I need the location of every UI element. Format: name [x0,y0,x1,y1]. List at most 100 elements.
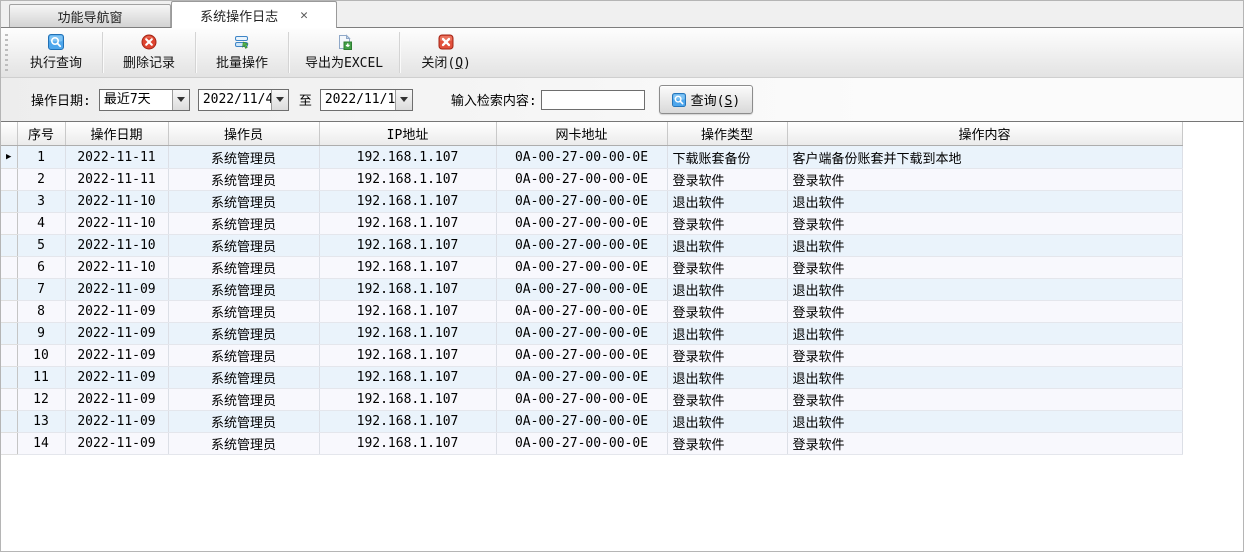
toolbar-button-close[interactable]: 关闭(Q) [402,28,490,77]
cell-type: 退出软件 [667,411,787,433]
tab-label: 功能导航窗 [57,7,122,26]
toolbar-buttons: 执行查询删除记录批量操作导出为EXCEL 关闭(Q) [12,28,490,77]
to-label: 至 [299,90,312,109]
cell-type: 退出软件 [667,367,787,389]
toolbar-button-batch[interactable]: 批量操作 [198,28,286,77]
cell-date: 2022-11-11 [65,146,168,169]
toolbar-button-export-excel[interactable]: 导出为EXCEL [291,28,397,77]
cell-mac: 0A-00-27-00-00-0E [496,411,667,433]
cell-content: 登录软件 [787,169,1182,191]
column-header-date[interactable]: 操作日期 [65,122,168,146]
cell-ip: 192.168.1.107 [319,411,496,433]
column-header-operator[interactable]: 操作员 [168,122,319,146]
log-table: 序号操作日期操作员IP地址网卡地址操作类型操作内容 ▶12022-11-11系统… [1,122,1183,455]
cell-type: 退出软件 [667,235,787,257]
cell-mac: 0A-00-27-00-00-0E [496,367,667,389]
cell-operator: 系统管理员 [168,433,319,455]
tab-operation-log[interactable]: 系统操作日志 ✕ [171,1,337,28]
table-row[interactable]: 132022-11-09系统管理员192.168.1.1070A-00-27-0… [1,411,1182,433]
cell-type: 退出软件 [667,191,787,213]
cell-index: 4 [17,213,65,235]
column-header-type[interactable]: 操作类型 [667,122,787,146]
table-row[interactable]: ▶12022-11-11系统管理员192.168.1.1070A-00-27-0… [1,146,1182,169]
cell-date: 2022-11-11 [65,169,168,191]
column-header-ip[interactable]: IP地址 [319,122,496,146]
table-row[interactable]: 52022-11-10系统管理员192.168.1.1070A-00-27-00… [1,235,1182,257]
cell-index: 1 [17,146,65,169]
table-header-row: 序号操作日期操作员IP地址网卡地址操作类型操作内容 [1,122,1182,146]
toolbar-grip[interactable] [5,34,8,71]
tab-label: 系统操作日志 [200,6,278,25]
column-header-mac[interactable]: 网卡地址 [496,122,667,146]
cell-content: 登录软件 [787,345,1182,367]
table-row[interactable]: 62022-11-10系统管理员192.168.1.1070A-00-27-00… [1,257,1182,279]
cell-operator: 系统管理员 [168,279,319,301]
cell-index: 8 [17,301,65,323]
table-row[interactable]: 112022-11-09系统管理员192.168.1.1070A-00-27-0… [1,367,1182,389]
table-row[interactable]: 102022-11-09系统管理员192.168.1.1070A-00-27-0… [1,345,1182,367]
cell-date: 2022-11-10 [65,213,168,235]
row-selector [1,279,17,301]
date-preset-combo[interactable]: 最近7天 [99,89,190,111]
cell-operator: 系统管理员 [168,301,319,323]
cell-operator: 系统管理员 [168,323,319,345]
column-header-content[interactable]: 操作内容 [787,122,1182,146]
toolbar-separator [195,32,196,73]
row-selector [1,367,17,389]
table-row[interactable]: 72022-11-09系统管理员192.168.1.1070A-00-27-00… [1,279,1182,301]
row-indicator-icon: ▶ [6,152,11,162]
cell-operator: 系统管理员 [168,213,319,235]
chevron-down-icon [276,97,284,102]
cell-content: 登录软件 [787,433,1182,455]
cell-operator: 系统管理员 [168,191,319,213]
date-from-combo[interactable]: 2022/11/4 [198,89,289,111]
date-to-combo[interactable]: 2022/11/11 [320,89,413,111]
toolbar-button-label: 关闭(Q) [421,52,470,71]
table-row[interactable]: 142022-11-09系统管理员192.168.1.1070A-00-27-0… [1,433,1182,455]
row-selector [1,257,17,279]
table-row[interactable]: 42022-11-10系统管理员192.168.1.1070A-00-27-00… [1,213,1182,235]
batch-icon [234,34,250,50]
cell-index: 13 [17,411,65,433]
cell-date: 2022-11-09 [65,279,168,301]
delete-icon [141,34,157,50]
toolbar-button-delete[interactable]: 删除记录 [105,28,193,77]
cell-ip: 192.168.1.107 [319,323,496,345]
cell-index: 2 [17,169,65,191]
cell-operator: 系统管理员 [168,411,319,433]
search-input[interactable] [541,90,645,110]
close-icon[interactable]: ✕ [300,9,308,22]
cell-ip: 192.168.1.107 [319,433,496,455]
table-row[interactable]: 92022-11-09系统管理员192.168.1.1070A-00-27-00… [1,323,1182,345]
cell-type: 登录软件 [667,433,787,455]
toolbar-separator [102,32,103,73]
cell-ip: 192.168.1.107 [319,257,496,279]
cell-operator: 系统管理员 [168,146,319,169]
cell-ip: 192.168.1.107 [319,191,496,213]
toolbar-button-search[interactable]: 执行查询 [12,28,100,77]
cell-index: 7 [17,279,65,301]
cell-ip: 192.168.1.107 [319,389,496,411]
cell-date: 2022-11-09 [65,301,168,323]
table-row[interactable]: 82022-11-09系统管理员192.168.1.1070A-00-27-00… [1,301,1182,323]
cell-mac: 0A-00-27-00-00-0E [496,323,667,345]
export-excel-icon [336,34,352,50]
cell-content: 退出软件 [787,367,1182,389]
query-button[interactable]: 查询(S) [659,85,753,114]
app-window: 功能导航窗 系统操作日志 ✕ 执行查询删除记录批量操作导出为EXCEL 关闭(Q)… [0,0,1244,552]
cell-mac: 0A-00-27-00-00-0E [496,191,667,213]
cell-date: 2022-11-10 [65,235,168,257]
column-header-index[interactable]: 序号 [17,122,65,146]
table-row[interactable]: 122022-11-09系统管理员192.168.1.1070A-00-27-0… [1,389,1182,411]
tab-function-nav[interactable]: 功能导航窗 [9,4,171,27]
table-row[interactable]: 22022-11-11系统管理员192.168.1.1070A-00-27-00… [1,169,1182,191]
cell-mac: 0A-00-27-00-00-0E [496,345,667,367]
cell-ip: 192.168.1.107 [319,235,496,257]
cell-date: 2022-11-09 [65,323,168,345]
close-icon [438,34,454,50]
cell-mac: 0A-00-27-00-00-0E [496,235,667,257]
search-icon [672,93,686,107]
cell-date: 2022-11-09 [65,389,168,411]
cell-index: 14 [17,433,65,455]
table-row[interactable]: 32022-11-10系统管理员192.168.1.1070A-00-27-00… [1,191,1182,213]
